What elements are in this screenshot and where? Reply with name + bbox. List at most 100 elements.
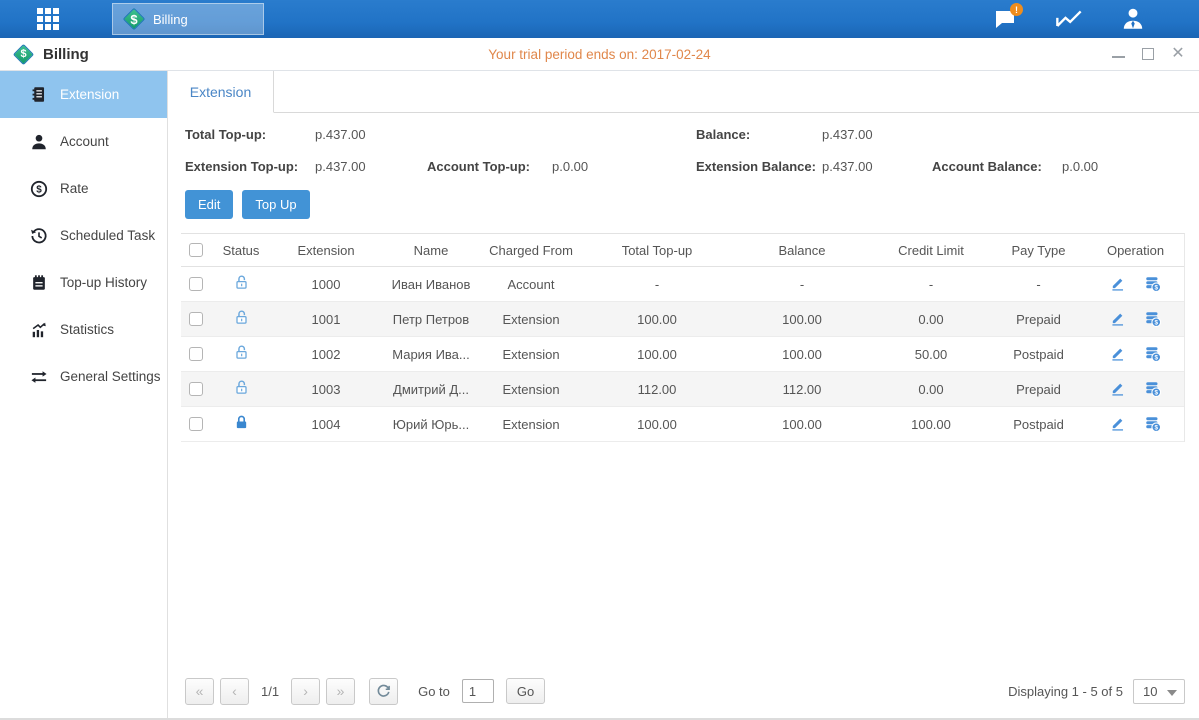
page-size-select[interactable]: 10 <box>1133 679 1185 704</box>
status-lock-icon[interactable] <box>233 414 250 431</box>
taskbar-item-billing[interactable]: $ Billing <box>112 3 264 35</box>
close-button[interactable]: ✕ <box>1171 47 1185 61</box>
row-checkbox[interactable] <box>189 277 203 291</box>
edit-row-icon[interactable] <box>1109 415 1126 433</box>
user-menu-button[interactable] <box>1119 6 1147 32</box>
cell-balance: 100.00 <box>733 417 871 432</box>
cell-name: Дмитрий Д... <box>381 382 481 397</box>
table-row: 1000 Иван Иванов Account - - - - $ <box>181 267 1184 302</box>
extension-topup-label: Extension Top-up: <box>185 159 315 174</box>
cell-extension: 1001 <box>271 312 381 327</box>
notepad-icon <box>30 273 48 293</box>
summary-stats: Total Top-up: р.437.00 Balance: р.437.00… <box>168 113 1199 184</box>
col-status[interactable]: Status <box>211 243 271 258</box>
billing-window-icon: $ <box>14 45 36 64</box>
top-up-button[interactable]: Top Up <box>242 190 309 219</box>
goto-page-input[interactable] <box>462 679 494 703</box>
displaying-count: Displaying 1 - 5 of 5 <box>1008 684 1123 699</box>
cell-name: Мария Ива... <box>381 347 481 362</box>
topup-row-icon[interactable]: $ <box>1144 415 1162 433</box>
row-checkbox[interactable] <box>189 347 203 361</box>
sidebar-item-extension[interactable]: Extension <box>0 71 167 118</box>
cell-pay-type: Postpaid <box>991 347 1086 362</box>
app-launcher-button[interactable] <box>26 0 70 38</box>
sidebar-item-account[interactable]: Account <box>0 118 167 165</box>
minimize-button[interactable] <box>1111 47 1125 61</box>
extension-balance-label: Extension Balance: <box>696 159 822 174</box>
sidebar-item-rate[interactable]: $ Rate <box>0 165 167 212</box>
account-balance-label: Account Balance: <box>932 159 1062 174</box>
col-balance[interactable]: Balance <box>733 243 871 258</box>
cell-extension: 1000 <box>271 277 381 292</box>
edit-row-icon[interactable] <box>1109 380 1126 398</box>
goto-label: Go to <box>418 684 450 699</box>
topbar-right-icons: ! <box>991 0 1147 38</box>
col-total-topup[interactable]: Total Top-up <box>581 243 733 258</box>
status-lock-icon[interactable] <box>233 309 250 326</box>
notification-badge: ! <box>1010 3 1023 16</box>
svg-text:$: $ <box>1154 284 1158 291</box>
sidebar-item-scheduled-task[interactable]: Scheduled Task <box>0 212 167 259</box>
last-page-button[interactable]: » <box>326 678 355 705</box>
tab-extension[interactable]: Extension <box>168 71 274 113</box>
total-topup-value: р.437.00 <box>315 127 427 142</box>
status-lock-icon[interactable] <box>233 274 250 291</box>
cell-charged-from: Account <box>481 277 581 292</box>
edit-button[interactable]: Edit <box>185 190 233 219</box>
refresh-button[interactable] <box>369 678 398 705</box>
account-topup-value: р.0.00 <box>552 159 696 174</box>
svg-text:$: $ <box>1154 389 1158 396</box>
chevron-down-icon <box>1167 690 1177 696</box>
total-topup-label: Total Top-up: <box>185 127 315 142</box>
extension-topup-value: р.437.00 <box>315 159 427 174</box>
edit-row-icon[interactable] <box>1109 275 1126 293</box>
sidebar-item-statistics[interactable]: Statistics <box>0 306 167 353</box>
resource-monitor-button[interactable] <box>1055 6 1083 32</box>
select-all-checkbox[interactable] <box>189 243 203 257</box>
prev-page-button[interactable]: ‹ <box>220 678 249 705</box>
cell-credit-limit: 50.00 <box>871 347 991 362</box>
taskbar-item-label: Billing <box>153 12 188 27</box>
topup-row-icon[interactable]: $ <box>1144 345 1162 363</box>
col-name[interactable]: Name <box>381 243 481 258</box>
row-checkbox[interactable] <box>189 312 203 326</box>
cell-balance: 100.00 <box>733 347 871 362</box>
cell-name: Петр Петров <box>381 312 481 327</box>
cell-pay-type: Prepaid <box>991 382 1086 397</box>
trial-notice: Your trial period ends on: 2017-02-24 <box>0 47 1199 62</box>
topup-row-icon[interactable]: $ <box>1144 275 1162 293</box>
topup-row-icon[interactable]: $ <box>1144 310 1162 328</box>
status-lock-icon[interactable] <box>233 379 250 396</box>
row-checkbox[interactable] <box>189 382 203 396</box>
edit-row-icon[interactable] <box>1109 345 1126 363</box>
cell-charged-from: Extension <box>481 382 581 397</box>
sidebar-item-general-settings[interactable]: General Settings <box>0 353 167 400</box>
sidebar-item-label: General Settings <box>60 369 161 384</box>
sidebar-item-topup-history[interactable]: Top-up History <box>0 259 167 306</box>
row-checkbox[interactable] <box>189 417 203 431</box>
cell-extension: 1002 <box>271 347 381 362</box>
next-page-button[interactable]: › <box>291 678 320 705</box>
first-page-button[interactable]: « <box>185 678 214 705</box>
topup-row-icon[interactable]: $ <box>1144 380 1162 398</box>
col-credit-limit[interactable]: Credit Limit <box>871 243 991 258</box>
status-lock-icon[interactable] <box>233 344 250 361</box>
cell-balance: - <box>733 277 871 292</box>
table-row: 1002 Мария Ива... Extension 100.00 100.0… <box>181 337 1184 372</box>
window-controls: ✕ <box>1111 47 1185 61</box>
main-content: Extension Total Top-up: р.437.00 Balance… <box>168 71 1199 718</box>
cell-total-topup: 100.00 <box>581 347 733 362</box>
transfer-arrows-icon <box>30 367 48 387</box>
go-button[interactable]: Go <box>506 678 545 704</box>
maximize-button[interactable] <box>1141 47 1155 61</box>
account-balance-value: р.0.00 <box>1062 159 1199 174</box>
edit-row-icon[interactable] <box>1109 310 1126 328</box>
pagination-bar: « ‹ 1/1 › » Go to Go Displaying 1 - 5 of… <box>168 672 1199 718</box>
col-charged-from[interactable]: Charged From <box>481 243 581 258</box>
col-pay-type[interactable]: Pay Type <box>991 243 1086 258</box>
person-icon <box>30 132 48 152</box>
table-row: 1003 Дмитрий Д... Extension 112.00 112.0… <box>181 372 1184 407</box>
balance-label: Balance: <box>696 127 822 142</box>
messages-button[interactable]: ! <box>991 6 1019 32</box>
col-extension[interactable]: Extension <box>271 243 381 258</box>
